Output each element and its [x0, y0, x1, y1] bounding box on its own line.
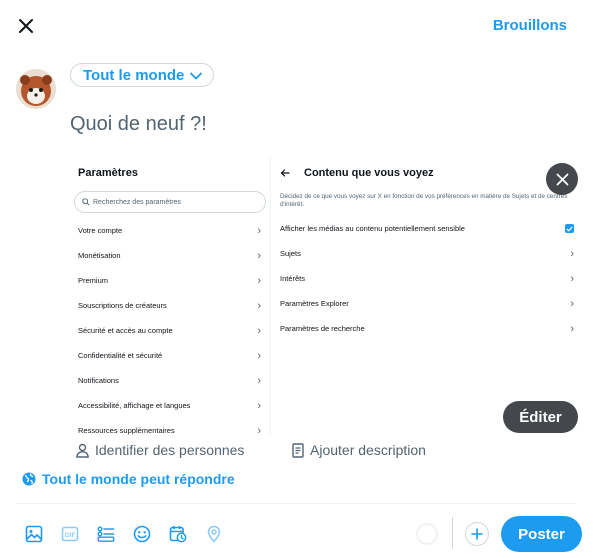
- chevron-right-icon: ›: [257, 274, 261, 287]
- drafts-button[interactable]: Brouillons: [493, 17, 567, 34]
- chevron-right-icon: ›: [570, 322, 574, 335]
- reply-settings-button[interactable]: Tout le monde peut répondre: [22, 471, 235, 487]
- add-description-label: Ajouter description: [310, 442, 426, 458]
- svg-text:GIF: GIF: [65, 532, 76, 539]
- document-icon: [292, 442, 304, 458]
- list-item: Votre compte ›: [78, 224, 261, 237]
- reply-settings-label: Tout le monde peut répondre: [42, 471, 235, 487]
- divider: [16, 503, 576, 504]
- list-item: Sujets ›: [280, 247, 574, 260]
- emoji-icon: [133, 525, 151, 543]
- tag-people-label: Identifier des personnes: [95, 442, 245, 458]
- chevron-right-icon: ›: [257, 399, 261, 412]
- chevron-right-icon: ›: [570, 247, 574, 260]
- list-item: Souscriptions de créateurs ›: [78, 299, 261, 312]
- list-item: Paramètres de recherche ›: [280, 322, 574, 335]
- poll-icon: [97, 526, 115, 542]
- screenshot-content-header: Contenu que vous voyez: [280, 167, 434, 179]
- list-item: Confidentialité et sécurité ›: [78, 349, 261, 362]
- audience-selector[interactable]: Tout le monde: [70, 63, 215, 87]
- image-icon: [25, 525, 43, 543]
- screenshot-content-title: Contenu que vous voyez: [304, 167, 434, 179]
- list-item: Monétisation ›: [78, 249, 261, 262]
- screenshot-settings-title: Paramètres: [78, 167, 138, 179]
- list-item: Afficher les médias au contenu potentiel…: [272, 216, 582, 241]
- post-button[interactable]: Poster: [501, 516, 582, 552]
- search-icon: [82, 198, 90, 206]
- emoji-button[interactable]: [124, 521, 160, 547]
- chevron-right-icon: ›: [257, 299, 261, 312]
- screenshot-content-panel: Contenu que vous voyez Décidez de ce que…: [272, 156, 582, 436]
- list-item: Premium ›: [78, 274, 261, 287]
- tag-people-button[interactable]: Identifier des personnes: [75, 442, 244, 458]
- list-item: Ressources supplémentaires ›: [78, 424, 261, 437]
- close-icon: [556, 173, 568, 185]
- close-button[interactable]: [12, 12, 40, 40]
- checkbox-checked-icon: [565, 224, 574, 233]
- globe-icon: [22, 472, 36, 486]
- chevron-right-icon: ›: [257, 249, 261, 262]
- screenshot-content-description: Décidez de ce que vous voyez sur X en fo…: [280, 193, 568, 208]
- media-button[interactable]: [16, 521, 52, 547]
- chevron-right-icon: ›: [570, 297, 574, 310]
- list-item: Accessibilité, affichage et langues ›: [78, 399, 261, 412]
- chevron-right-icon: ›: [257, 324, 261, 337]
- audience-label: Tout le monde: [83, 66, 185, 84]
- media-actions: Identifier des personnes Ajouter descrip…: [70, 442, 582, 460]
- chevron-right-icon: ›: [257, 374, 261, 387]
- list-item: Paramètres Explorer ›: [280, 297, 574, 310]
- screenshot-settings-list: Votre compte › Monétisation › Premium › Sou…: [70, 218, 271, 437]
- attached-image: Paramètres Recherchez des paramètres Vot…: [70, 156, 582, 436]
- gif-icon: GIF: [61, 526, 79, 542]
- avatar[interactable]: [16, 69, 56, 109]
- character-counter: [416, 523, 438, 545]
- chevron-right-icon: ›: [570, 272, 574, 285]
- location-button[interactable]: [196, 521, 232, 547]
- schedule-icon: [169, 526, 187, 543]
- screenshot-content-list: Afficher les médias au contenu potentiel…: [272, 216, 582, 341]
- location-icon: [207, 525, 221, 543]
- poll-button[interactable]: [88, 521, 124, 547]
- back-arrow-icon: [280, 169, 290, 177]
- schedule-button[interactable]: [160, 521, 196, 547]
- add-description-button[interactable]: Ajouter description: [292, 442, 426, 458]
- close-icon: [19, 19, 33, 33]
- plus-icon: [471, 528, 483, 540]
- edit-media-button[interactable]: Éditer: [503, 401, 578, 433]
- add-post-button[interactable]: [465, 522, 489, 546]
- compose-input[interactable]: Quoi de neuf ?!: [70, 113, 207, 136]
- list-item: Intérêts ›: [280, 272, 574, 285]
- chevron-down-icon: [190, 72, 203, 79]
- chevron-right-icon: ›: [257, 224, 261, 237]
- screenshot-search-placeholder: Recherchez des paramètres: [93, 198, 181, 206]
- person-icon: [76, 443, 89, 458]
- divider: [452, 517, 453, 549]
- list-item: Sécurité et accès au compte ›: [78, 324, 261, 337]
- gif-button[interactable]: GIF: [52, 521, 88, 547]
- remove-media-button[interactable]: [546, 163, 578, 195]
- compose-toolbar: GIF: [16, 521, 232, 547]
- screenshot-search-box: Recherchez des paramètres: [74, 191, 266, 213]
- screenshot-settings-panel: Paramètres Recherchez des paramètres Vot…: [70, 156, 271, 436]
- chevron-right-icon: ›: [257, 349, 261, 362]
- list-item: Notifications ›: [78, 374, 261, 387]
- chevron-right-icon: ›: [257, 424, 261, 437]
